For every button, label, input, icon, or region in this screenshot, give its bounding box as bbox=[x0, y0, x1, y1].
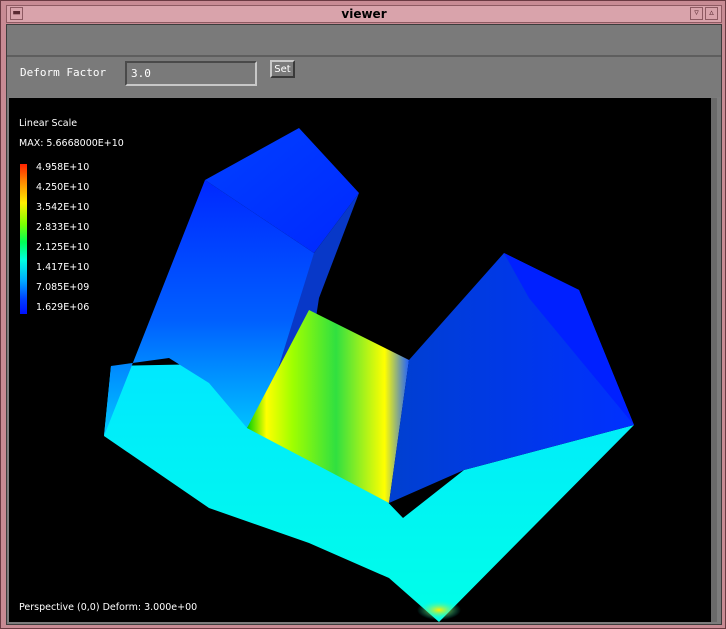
deformed-model-render bbox=[104, 128, 634, 622]
legend-tick: 4.958E+10 bbox=[36, 162, 90, 173]
menu-bar bbox=[7, 25, 721, 57]
legend-tick: 4.250E+10 bbox=[36, 182, 90, 193]
viewer-window: ▬ viewer ▿ ▵ Deform Factor Set bbox=[0, 0, 726, 629]
legend-tick: 1.417E+10 bbox=[36, 262, 90, 273]
maximize-icon[interactable]: ▵ bbox=[705, 7, 718, 20]
legend-tick: 2.833E+10 bbox=[36, 222, 90, 233]
minimize-icon[interactable]: ▿ bbox=[690, 7, 703, 20]
set-button[interactable]: Set bbox=[270, 60, 295, 78]
title-bar[interactable]: ▬ viewer ▿ ▵ bbox=[6, 5, 722, 23]
render-viewport[interactable]: Linear Scale MAX: 5.6668000E+10 4.958E+1… bbox=[9, 98, 717, 622]
legend-tick: 1.629E+06 bbox=[36, 302, 90, 313]
client-area: Deform Factor Set bbox=[6, 24, 722, 625]
deform-factor-label: Deform Factor bbox=[20, 66, 107, 79]
model-hotspot bbox=[417, 600, 461, 620]
legend-tick: 7.085E+09 bbox=[36, 282, 90, 293]
legend-tick: 3.542E+10 bbox=[36, 202, 90, 213]
viewport-scrollbar[interactable] bbox=[711, 98, 717, 622]
controls-panel: Deform Factor Set bbox=[7, 57, 721, 97]
legend-tick: 2.125E+10 bbox=[36, 242, 90, 253]
deform-factor-input[interactable] bbox=[125, 61, 257, 86]
legend-max-label: MAX: 5.6668000E+10 bbox=[19, 138, 124, 149]
window-title: viewer bbox=[341, 7, 387, 21]
status-readout: Perspective (0,0) Deform: 3.000e+00 bbox=[19, 602, 198, 613]
color-scale-bar bbox=[20, 164, 27, 314]
legend-scale-label: Linear Scale bbox=[19, 118, 78, 129]
